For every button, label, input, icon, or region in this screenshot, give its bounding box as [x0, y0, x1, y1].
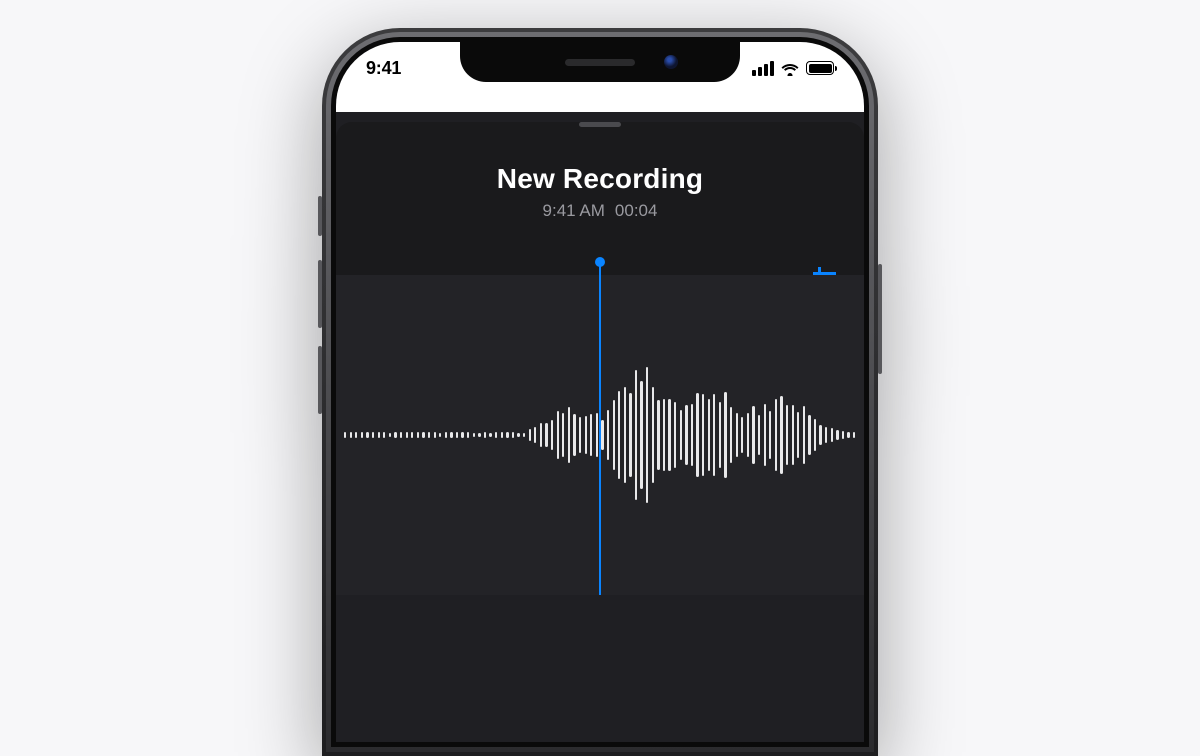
- status-time: 9:41: [366, 58, 401, 79]
- mute-switch: [318, 196, 322, 236]
- speaker-grille: [565, 59, 635, 66]
- volume-down-button: [318, 346, 322, 414]
- recording-subtitle: 9:41 AM 00:04: [336, 201, 864, 221]
- sheet-grabber[interactable]: [579, 122, 621, 127]
- recording-sheet: New Recording 9:41 AM 00:04: [336, 122, 864, 595]
- playhead[interactable]: [599, 261, 601, 595]
- phone-device-frame: 9:41 New Recording 9:41 AM 00:04: [322, 28, 878, 630]
- recording-title: New Recording: [336, 163, 864, 195]
- recording-elapsed: 00:04: [615, 201, 658, 220]
- wifi-icon: [780, 61, 800, 76]
- battery-icon: [806, 61, 834, 75]
- recording-clock-time: 9:41 AM: [543, 201, 605, 220]
- front-camera: [664, 55, 678, 69]
- device-notch: [460, 42, 740, 82]
- waveform-area[interactable]: [336, 275, 864, 595]
- cellular-icon: [752, 61, 774, 76]
- volume-up-button: [318, 260, 322, 328]
- power-button: [878, 264, 882, 374]
